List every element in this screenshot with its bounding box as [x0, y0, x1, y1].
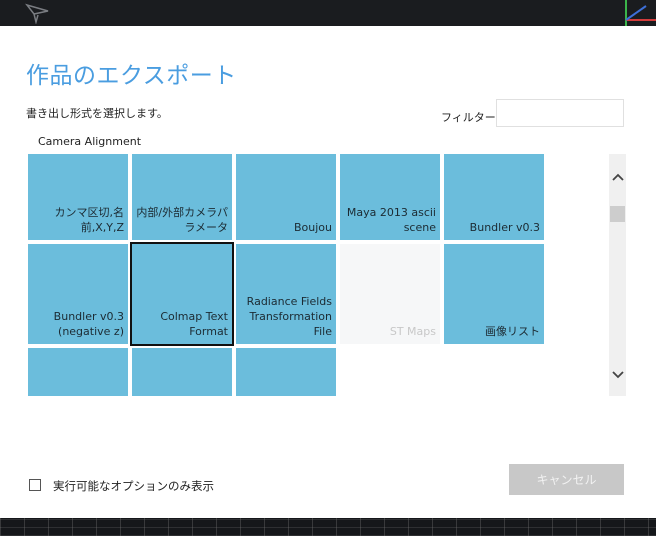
show-executable-only-checkbox[interactable]: [29, 479, 41, 491]
format-tile[interactable]: [236, 348, 336, 396]
format-tile-image-list[interactable]: 画像リスト: [444, 244, 544, 344]
format-label: Radiance Fields Transformation File: [246, 295, 332, 338]
app-top-bar: [0, 0, 656, 26]
format-label: Bundler v0.3 (negative z): [53, 310, 124, 338]
format-label: カンマ区切,名前,X,Y,Z: [54, 206, 125, 234]
format-label: Colmap Text Format: [160, 310, 228, 338]
scroll-thumb[interactable]: [610, 206, 625, 222]
format-tile-colmap[interactable]: Colmap Text Format: [130, 242, 234, 346]
grid-scrollbar[interactable]: [609, 154, 626, 396]
chevron-down-icon: [611, 371, 624, 379]
category-heading: Camera Alignment: [38, 135, 142, 148]
format-tile[interactable]: [28, 348, 128, 396]
format-tile-bundler-negative-z[interactable]: Bundler v0.3 (negative z): [28, 244, 128, 344]
format-tile-bundler[interactable]: Bundler v0.3: [444, 154, 544, 240]
format-tile-camera-parameters[interactable]: 内部/外部カメラパラメータ: [132, 154, 232, 240]
format-tile-boujou[interactable]: Boujou: [236, 154, 336, 240]
format-tile-csv[interactable]: カンマ区切,名前,X,Y,Z: [28, 154, 128, 240]
format-tile-radiance-fields[interactable]: Radiance Fields Transformation File: [236, 244, 336, 344]
format-tile-st-maps[interactable]: ST Maps: [340, 244, 440, 344]
chevron-up-icon: [611, 173, 624, 181]
viewport-grid-strip: [0, 518, 656, 536]
format-label: ST Maps: [389, 325, 436, 338]
paper-plane-logo: [24, 3, 49, 24]
dialog-subtitle: 書き出し形式を選択します。: [26, 107, 168, 120]
format-tile-maya[interactable]: Maya 2013 ascii scene: [340, 154, 440, 240]
filter-label: フィルター: [441, 111, 496, 124]
format-label: Maya 2013 ascii scene: [346, 206, 436, 234]
format-label: Bundler v0.3: [469, 221, 540, 234]
axis-gizmo-icon: [625, 0, 656, 26]
format-grid: カンマ区切,名前,X,Y,Z 内部/外部カメラパラメータ Boujou Maya…: [28, 154, 558, 396]
show-executable-only-label: 実行可能なオプションのみ表示: [53, 479, 214, 493]
scroll-up-button[interactable]: [609, 168, 626, 186]
dialog-title: 作品のエクスポート: [26, 63, 237, 89]
format-label: 内部/外部カメラパラメータ: [136, 206, 228, 234]
export-dialog: 作品のエクスポート 書き出し形式を選択します。 フィルター Camera Ali…: [0, 26, 656, 518]
scroll-down-button[interactable]: [609, 366, 626, 384]
filter-input[interactable]: [496, 99, 624, 127]
format-label: 画像リスト: [485, 325, 540, 338]
format-tile[interactable]: [132, 348, 232, 396]
cancel-button[interactable]: キャンセル: [509, 464, 624, 495]
format-label: Boujou: [293, 221, 332, 234]
